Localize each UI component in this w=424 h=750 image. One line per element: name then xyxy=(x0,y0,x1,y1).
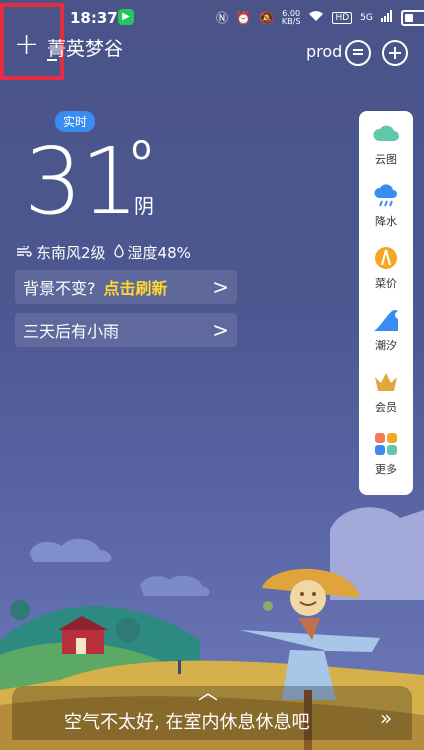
status-icons: Ⓝ ⏰ 🔕 6.00 KB/S HD 5G xyxy=(216,9,424,26)
side-item-vegetable-price[interactable]: 菜价 xyxy=(359,245,413,291)
forecast-card[interactable]: 三天后有小雨 > xyxy=(15,313,237,347)
air-quality-tip: 空气不太好, 在室内休息休息吧 xyxy=(64,712,310,733)
cloud-icon xyxy=(373,125,399,141)
forecast-card-text: 三天后有小雨 xyxy=(23,322,120,341)
crown-icon xyxy=(375,373,397,391)
prod-label: prod xyxy=(306,42,343,61)
rain-icon xyxy=(374,184,397,207)
message-icon[interactable] xyxy=(345,40,371,66)
chevron-right-icon: > xyxy=(212,318,229,342)
wifi-icon xyxy=(308,10,324,25)
double-chevron-right-icon[interactable]: » xyxy=(380,706,392,730)
side-item-label: 更多 xyxy=(375,463,397,476)
refresh-card-text: 背景不变? xyxy=(23,279,96,298)
side-item-cloud-map[interactable]: 云图 xyxy=(359,121,413,167)
net-speed-unit: KB/S xyxy=(281,16,301,26)
side-item-label: 降水 xyxy=(375,215,397,228)
battery-icon xyxy=(400,9,424,26)
add-circle-icon[interactable] xyxy=(382,40,408,66)
grid-icon xyxy=(375,433,397,455)
side-item-label: 会员 xyxy=(375,401,397,414)
wind-humidity-row: 东南风2级 湿度48% xyxy=(16,242,191,263)
weather-condition: 阴 xyxy=(134,194,154,218)
side-menu: 云图 降水 菜价 潮汐 会员 更多 xyxy=(359,111,413,495)
mute-icon: 🔕 xyxy=(258,10,274,25)
refresh-card[interactable]: 背景不变? 点击刷新 > xyxy=(15,270,237,304)
hd-badge: HD xyxy=(332,11,353,24)
wave-icon xyxy=(374,309,398,331)
signal-label: 5G xyxy=(360,12,373,23)
side-item-precipitation[interactable]: 降水 xyxy=(359,183,413,229)
signal-icon xyxy=(380,10,393,25)
refresh-link[interactable]: 点击刷新 xyxy=(104,275,168,299)
humidity-text: 湿度48% xyxy=(127,244,191,262)
side-item-label: 菜价 xyxy=(375,277,397,290)
chevron-up-icon[interactable]: ︿ xyxy=(198,676,218,705)
chevron-right-icon: > xyxy=(212,275,229,299)
vegetable-icon xyxy=(375,247,397,269)
wind-text: 东南风2级 xyxy=(36,244,106,262)
app-notification-icon: ▶ xyxy=(118,9,134,25)
side-item-label: 云图 xyxy=(375,153,397,166)
wind-icon xyxy=(16,243,32,262)
temperature: 31 xyxy=(24,128,139,235)
location-title[interactable]: 菁英梦谷 xyxy=(47,34,123,61)
degree-symbol: o xyxy=(131,128,152,168)
side-item-more[interactable]: 更多 xyxy=(359,431,413,477)
side-item-membership[interactable]: 会员 xyxy=(359,369,413,415)
status-time: 18:37 xyxy=(70,9,118,27)
nfc-icon: Ⓝ xyxy=(216,11,229,25)
side-item-label: 潮汐 xyxy=(375,339,397,352)
side-item-tide[interactable]: 潮汐 xyxy=(359,307,413,353)
alarm-icon: ⏰ xyxy=(236,10,251,25)
humidity-icon xyxy=(113,243,124,262)
network-speed: 6.00 KB/S xyxy=(281,9,301,26)
